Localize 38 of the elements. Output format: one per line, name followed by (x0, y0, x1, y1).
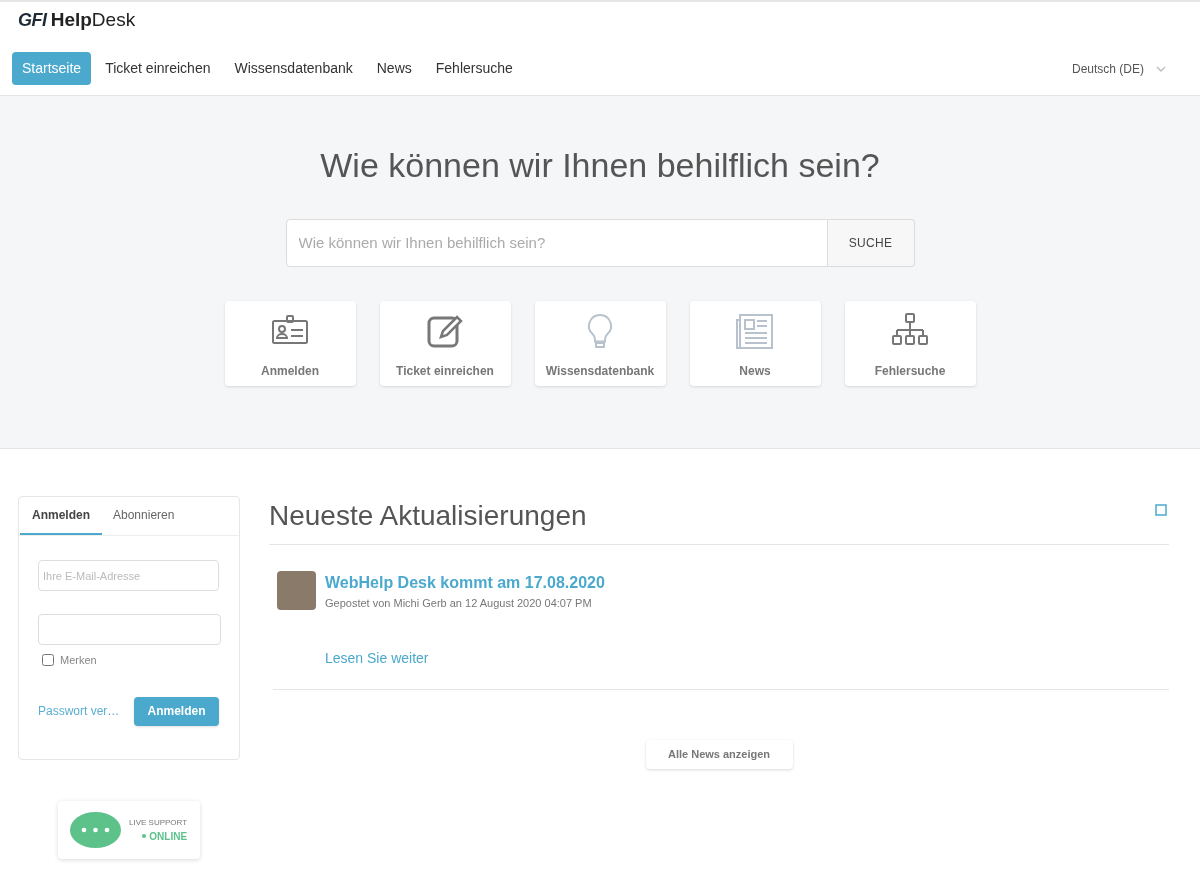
shortcut-tile[interactable]: News (689, 301, 821, 386)
shortcut-tile[interactable]: Fehlersuche (844, 301, 976, 386)
language-selector[interactable]: Deutsch (DE) (1071, 59, 1144, 78)
avatar-placeholder (277, 571, 316, 610)
live-support-widget[interactable]: LIVE SUPPORT ONLINE (58, 801, 200, 859)
logo-text: HelpDesk (50, 7, 136, 32)
post-meta: Gepostet von Michi Gerb an 12 August 2020 04:07 PM (325, 596, 593, 611)
post-title-link[interactable]: WebHelp Desk kommt am 17.08.2020 (325, 571, 605, 595)
email-field[interactable]: Ihre E-Mail-Adresse (38, 560, 219, 591)
nav-tab[interactable]: News (366, 52, 422, 85)
live-support-title: LIVE SUPPORT (129, 816, 188, 829)
nav-tab[interactable]: Wissensdatenbank (224, 52, 363, 85)
search-field[interactable]: Wie können wir Ihnen behilflich sein? (285, 219, 828, 267)
search-button[interactable]: SUCHE (827, 219, 915, 267)
chat-bubble-icon (70, 812, 121, 848)
login-tab[interactable]: Anmelden (20, 497, 102, 535)
remember-label: Merken (60, 653, 97, 668)
square-icon[interactable] (1155, 504, 1167, 516)
remember-checkbox[interactable] (42, 654, 54, 667)
logo-brand: GFI (18, 8, 47, 32)
read-more-link[interactable]: Lesen Sie weiter (325, 647, 429, 669)
shortcut-tile[interactable]: Wissensdatenbank (534, 301, 666, 386)
shortcut-tile[interactable]: Anmelden (224, 301, 356, 386)
hero-title: Wie können wir Ihnen behilflich sein? (320, 145, 880, 186)
live-support-status: ONLINE (149, 829, 188, 844)
status-dot-icon (142, 834, 147, 838)
password-field[interactable] (38, 614, 221, 645)
newspaper-icon (735, 312, 775, 350)
nav-tab[interactable]: Ticket einreichen (95, 52, 221, 85)
chevron-down-icon (1156, 65, 1166, 72)
nav-tab[interactable]: Startseite (12, 52, 92, 85)
login-tab[interactable]: Abonnieren (102, 497, 186, 535)
login-button[interactable]: Anmelden (134, 696, 219, 726)
forgot-password-link[interactable]: Passwort ver… (38, 702, 120, 720)
section-title: Neueste Aktualisierungen (269, 502, 587, 530)
nav-tab[interactable]: Fehlersuche (425, 52, 523, 85)
shortcut-tile[interactable]: Ticket einreichen (379, 301, 511, 386)
all-news-button[interactable]: Alle News anzeigen (645, 739, 793, 769)
